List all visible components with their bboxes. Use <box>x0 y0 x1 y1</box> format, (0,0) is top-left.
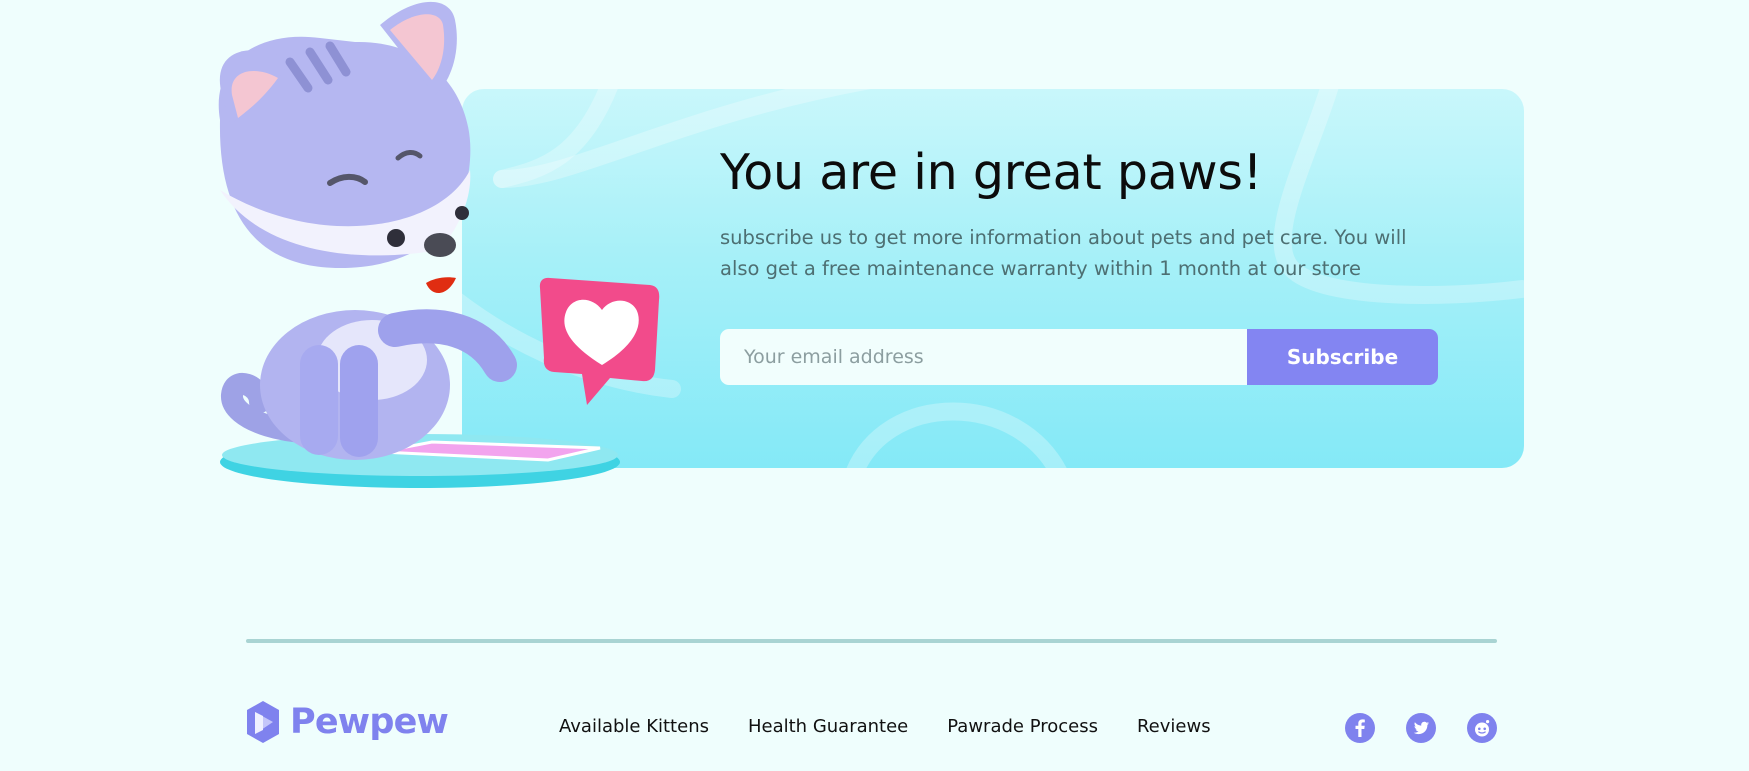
heart-notification-icon <box>539 277 660 405</box>
facebook-icon[interactable] <box>1345 713 1375 743</box>
hexagon-play-logo-icon <box>247 701 279 743</box>
banner-description: subscribe us to get more information abo… <box>720 226 1407 280</box>
social-links <box>1345 713 1497 743</box>
nav-health-guarantee[interactable]: Health Guarantee <box>748 716 908 737</box>
subscribe-button[interactable]: Subscribe <box>1247 329 1438 385</box>
nav-reviews[interactable]: Reviews <box>1137 716 1211 737</box>
footer-divider <box>246 639 1497 643</box>
cat-illustration <box>218 1 660 488</box>
brand-logo[interactable]: Pewpew <box>246 700 449 744</box>
footer-nav: Available Kittens Health Guarantee Pawra… <box>559 716 1211 737</box>
brand-name: Pewpew <box>290 702 449 742</box>
nav-available-kittens[interactable]: Available Kittens <box>559 716 709 737</box>
nav-pawrade-process[interactable]: Pawrade Process <box>947 716 1098 737</box>
banner-title: You are in great paws! <box>720 144 1263 201</box>
twitter-icon[interactable] <box>1406 713 1436 743</box>
subscribe-form: Subscribe <box>720 329 1438 385</box>
reddit-icon[interactable] <box>1467 713 1497 743</box>
email-input[interactable] <box>720 329 1247 385</box>
